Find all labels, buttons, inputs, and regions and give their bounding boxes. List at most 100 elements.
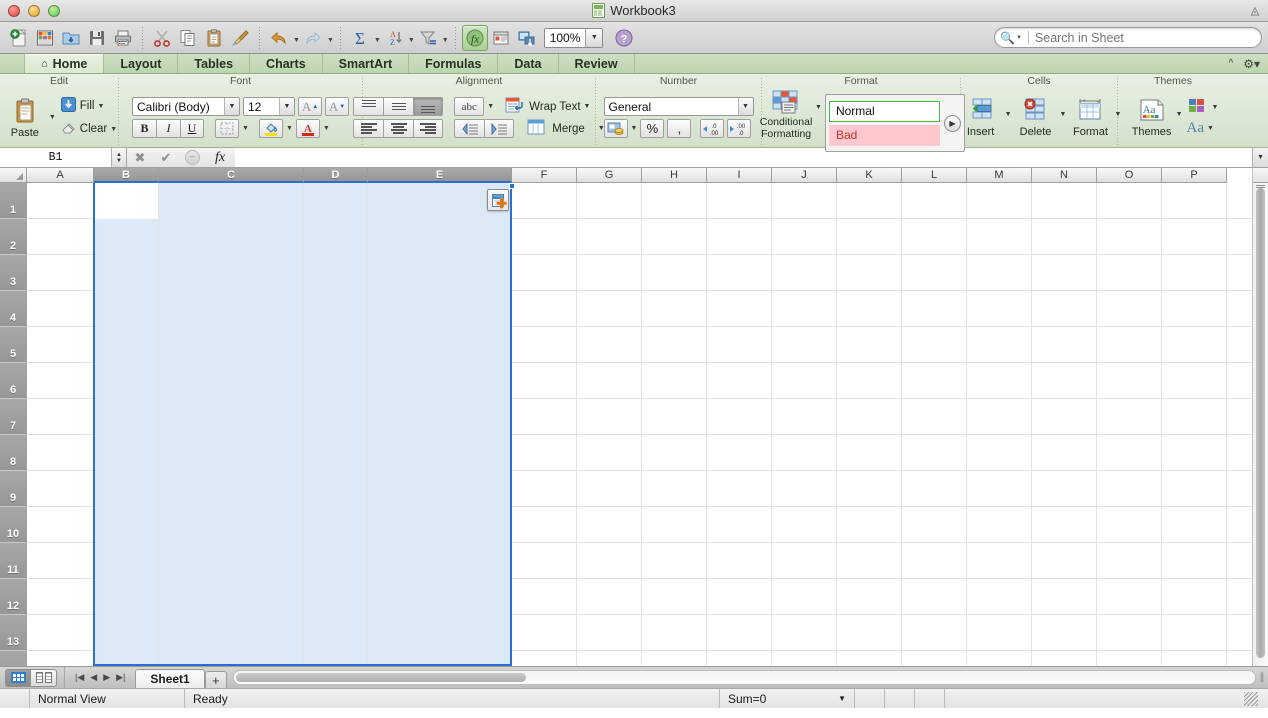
cell-M7[interactable] [967, 399, 1032, 435]
fullscreen-icon[interactable]: ◬ [1248, 4, 1262, 18]
row-header-5[interactable]: 5 [0, 327, 27, 363]
cell-A9[interactable] [27, 471, 94, 507]
cell-K4[interactable] [837, 291, 902, 327]
bold-button[interactable]: B [132, 119, 156, 138]
cell-G2[interactable] [577, 219, 642, 255]
row-header-11[interactable]: 11 [0, 543, 27, 579]
font-family-combo[interactable]: Calibri (Body) ▼ [132, 97, 240, 116]
cell-L13[interactable] [902, 615, 967, 651]
cell-F14[interactable] [512, 651, 577, 666]
merge-label[interactable]: Merge [552, 123, 585, 135]
cell-B10[interactable] [94, 507, 159, 543]
toolbox-icon[interactable] [488, 25, 514, 51]
add-sheet-button[interactable]: + [204, 671, 227, 688]
cell-B7[interactable] [94, 399, 159, 435]
cell-P10[interactable] [1162, 507, 1227, 543]
cell-A2[interactable] [27, 219, 94, 255]
cell-J6[interactable] [772, 363, 837, 399]
cell-M12[interactable] [967, 579, 1032, 615]
cell-I13[interactable] [707, 615, 772, 651]
cell-C1[interactable] [159, 183, 304, 219]
zoom-dropdown-caret[interactable]: ▼ [585, 28, 603, 47]
cell-H7[interactable] [642, 399, 707, 435]
cell-N5[interactable] [1032, 327, 1097, 363]
align-left-button[interactable] [353, 119, 384, 138]
row-header-6[interactable]: 6 [0, 363, 27, 399]
normal-view-icon[interactable] [5, 668, 31, 687]
cell-K9[interactable] [837, 471, 902, 507]
increase-decimal-button[interactable]: .00.0 [727, 119, 752, 138]
cell-H1[interactable] [642, 183, 707, 219]
cell-D14[interactable] [304, 651, 368, 666]
cell-D13[interactable] [304, 615, 368, 651]
cell-M4[interactable] [967, 291, 1032, 327]
cell-A5[interactable] [27, 327, 94, 363]
cell-C11[interactable] [159, 543, 304, 579]
cell-M3[interactable] [967, 255, 1032, 291]
cell-G11[interactable] [577, 543, 642, 579]
cell-P14[interactable] [1162, 651, 1227, 666]
cell-L1[interactable] [902, 183, 967, 219]
cell-B13[interactable] [94, 615, 159, 651]
cell-D1[interactable] [304, 183, 368, 219]
align-middle-button[interactable] [383, 97, 414, 116]
status-resize-area[interactable] [945, 689, 1268, 708]
cell-F7[interactable] [512, 399, 577, 435]
cell-E9[interactable] [368, 471, 512, 507]
theme-colors-icon[interactable] [1187, 98, 1209, 117]
chevron-up-icon[interactable]: ^ [1229, 58, 1234, 69]
theme-fonts-label[interactable]: Aa [1187, 120, 1205, 137]
cell-J3[interactable] [772, 255, 837, 291]
cell-E12[interactable] [368, 579, 512, 615]
cell-O14[interactable] [1097, 651, 1162, 666]
decrease-indent-button[interactable] [454, 119, 485, 138]
cell-K6[interactable] [837, 363, 902, 399]
borders-icon[interactable] [215, 119, 239, 138]
font-color-icon[interactable]: A [295, 119, 320, 138]
sigma-icon[interactable]: Σ [347, 25, 373, 51]
align-right-button[interactable] [413, 119, 444, 138]
cell-F8[interactable] [512, 435, 577, 471]
conditional-formatting-button[interactable]: Conditional Formatting [757, 90, 815, 140]
cell-E11[interactable] [368, 543, 512, 579]
name-box-stepper[interactable]: ▲ ▼ [112, 148, 127, 167]
copy-icon[interactable] [175, 25, 201, 51]
cell-P11[interactable] [1162, 543, 1227, 579]
column-header-g[interactable]: G [577, 168, 642, 183]
cell-M14[interactable] [967, 651, 1032, 666]
vertical-scrollbar-thumb[interactable] [1256, 188, 1265, 658]
cell-O10[interactable] [1097, 507, 1162, 543]
cell-D6[interactable] [304, 363, 368, 399]
cell-G14[interactable] [577, 651, 642, 666]
cell-F11[interactable] [512, 543, 577, 579]
cell-O6[interactable] [1097, 363, 1162, 399]
cell-H9[interactable] [642, 471, 707, 507]
nav-next-sheet-button[interactable]: ▶ [103, 672, 110, 683]
themes-caret[interactable]: ▼ [1176, 111, 1183, 118]
cell-I11[interactable] [707, 543, 772, 579]
style-bad[interactable]: Bad [828, 124, 940, 146]
cell-H14[interactable] [642, 651, 707, 666]
fx-insert-function-button[interactable]: fx [205, 148, 235, 167]
template-gallery-icon[interactable] [32, 25, 58, 51]
cell-F2[interactable] [512, 219, 577, 255]
sheet-tab-sheet1[interactable]: Sheet1 [135, 669, 205, 688]
help-question-icon[interactable]: ? [611, 25, 637, 51]
cell-A11[interactable] [27, 543, 94, 579]
search-box[interactable]: 🔍 ▼ [994, 27, 1262, 48]
cell-D5[interactable] [304, 327, 368, 363]
cell-M2[interactable] [967, 219, 1032, 255]
cell-M8[interactable] [967, 435, 1032, 471]
cell-G12[interactable] [577, 579, 642, 615]
wrap-text-caret[interactable]: ▼ [584, 103, 591, 110]
cell-E13[interactable] [368, 615, 512, 651]
selection-fill-handle[interactable] [509, 183, 515, 189]
cell-C12[interactable] [159, 579, 304, 615]
cell-L2[interactable] [902, 219, 967, 255]
cell-M9[interactable] [967, 471, 1032, 507]
column-header-k[interactable]: K [837, 168, 902, 183]
currency-caret[interactable]: ▼ [631, 125, 638, 132]
cell-I5[interactable] [707, 327, 772, 363]
paste-dropdown-caret[interactable]: ▼ [49, 114, 56, 121]
cell-D12[interactable] [304, 579, 368, 615]
